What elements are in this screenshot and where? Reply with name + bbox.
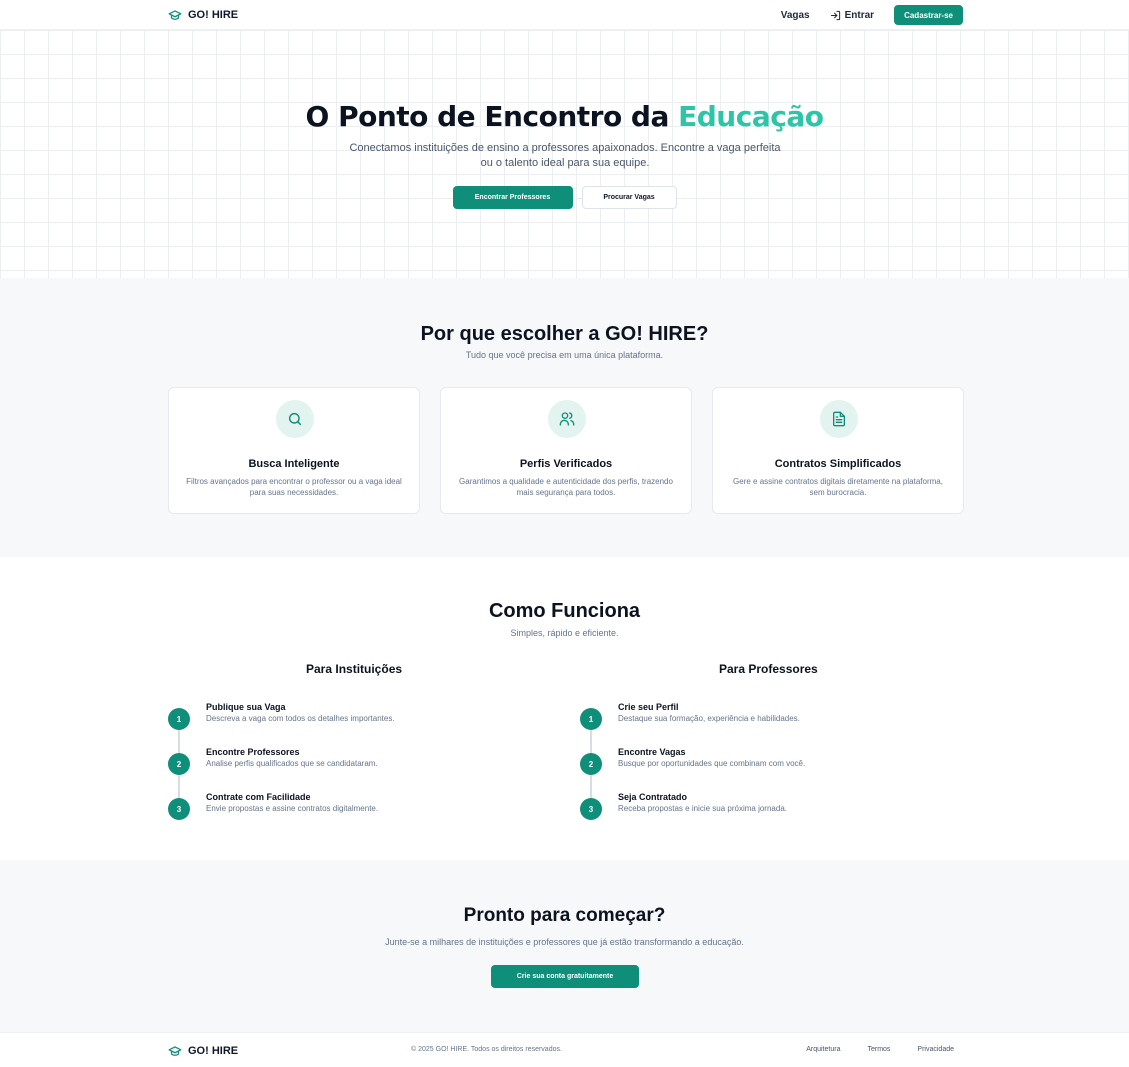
institutions-title: Para Instituições — [306, 662, 403, 676]
teacher-step: 3 Seja Contratado Receba propostas e ini… — [580, 792, 970, 822]
copyright-text: © 2025 GO! HIRE. Todos os direitos reser… — [411, 1046, 562, 1053]
step-description: Receba propostas e inicie sua próxima jo… — [618, 804, 787, 813]
feature-icon-badge — [820, 400, 858, 438]
document-icon — [833, 411, 845, 427]
how-subtitle: Simples, rápido e eficiente. — [510, 628, 619, 638]
graduation-cap-icon — [168, 10, 182, 20]
search-icon — [288, 412, 302, 426]
step-number: 1 — [168, 708, 190, 730]
login-link[interactable]: Entrar — [830, 10, 874, 21]
features-title: Por que escolher a GO! HIRE? — [420, 323, 709, 345]
step-number: 1 — [580, 708, 602, 730]
feature-description: Gere e assine contratos digitais diretam… — [733, 477, 943, 497]
step-number: 2 — [168, 753, 190, 775]
users-icon — [559, 412, 575, 426]
feature-card-simple-contracts: Contratos Simplificados Gere e assine co… — [712, 387, 964, 514]
feature-icon-badge — [548, 400, 586, 438]
brand-name: GO! HIRE — [188, 9, 239, 21]
cta-title: Pronto para começar? — [463, 905, 666, 926]
login-label: Entrar — [844, 9, 875, 21]
step-title: Contrate com Facilidade — [206, 792, 311, 802]
feature-title: Contratos Simplificados — [774, 458, 902, 470]
footer-link-terms[interactable]: Termos — [867, 1046, 890, 1053]
step-title: Encontre Professores — [206, 747, 300, 757]
hero-title-prefix: O Ponto de Encontro da — [305, 100, 679, 133]
feature-card-smart-search: Busca Inteligente Filtros avançados para… — [168, 387, 420, 514]
feature-description: Garantimos a qualidade e autenticidade d… — [459, 477, 673, 497]
footer-brand-name: GO! HIRE — [188, 1045, 239, 1057]
feature-icon-badge — [276, 400, 314, 438]
login-icon — [830, 10, 840, 20]
top-navbar: GO! HIRE Vagas Entrar Cadastrar-se — [0, 0, 1129, 30]
teachers-title: Para Professores — [719, 662, 818, 676]
graduation-cap-icon — [168, 1046, 182, 1056]
step-description: Analise perfis qualificados que se candi… — [206, 759, 378, 768]
teacher-step: 2 Encontre Vagas Busque por oportunidade… — [580, 747, 970, 777]
hero-title: O Ponto de Encontro da Educação — [0, 100, 1129, 133]
how-title: Como Funciona — [488, 600, 641, 622]
institution-step: 1 Publique sua Vaga Descreva a vaga com … — [168, 702, 558, 732]
feature-card-verified-profiles: Perfis Verificados Garantimos a qualidad… — [440, 387, 692, 514]
feature-title: Busca Inteligente — [248, 458, 340, 470]
step-title: Crie seu Perfil — [618, 702, 679, 712]
hero-title-highlight: Educação — [678, 100, 824, 133]
feature-cards: Busca Inteligente Filtros avançados para… — [168, 387, 964, 514]
step-description: Envie propostas e assine contratos digit… — [206, 804, 379, 813]
step-description: Busque por oportunidades que combinam co… — [618, 759, 806, 768]
step-description: Descreva a vaga com todos os detalhes im… — [206, 714, 395, 723]
cta-subtitle: Junte-se a milhares de instituições e pr… — [385, 937, 744, 947]
institution-step: 2 Encontre Professores Analise perfis qu… — [168, 747, 558, 777]
create-account-button[interactable]: Crie sua conta gratuitamente — [491, 965, 639, 988]
footer-link-architecture[interactable]: Arquitetura — [806, 1046, 840, 1053]
feature-description: Filtros avançados para encontrar o profe… — [186, 477, 402, 497]
signup-cta-section: Pronto para começar? Junte-se a milhares… — [0, 860, 1129, 1032]
main-nav: Vagas Entrar Cadastrar-se — [781, 5, 963, 25]
browse-jobs-button[interactable]: Procurar Vagas — [581, 186, 677, 209]
how-it-works-section: Como Funciona Simples, rápido e eficient… — [0, 557, 1129, 860]
step-title: Publique sua Vaga — [206, 702, 286, 712]
step-title: Seja Contratado — [618, 792, 688, 802]
feature-title: Perfis Verificados — [519, 458, 613, 470]
institution-step: 3 Contrate com Facilidade Envie proposta… — [168, 792, 558, 822]
features-subtitle: Tudo que você precisa em uma única plata… — [465, 350, 664, 360]
hero-actions: Encontrar Professores Procurar Vagas — [0, 186, 1129, 209]
find-teachers-button[interactable]: Encontrar Professores — [452, 186, 573, 209]
footer: GO! HIRE © 2025 GO! HIRE. Todos os direi… — [0, 1032, 1129, 1067]
footer-links: Arquitetura Termos Privacidade — [806, 1046, 954, 1053]
step-description: Destaque sua formação, experiência e hab… — [618, 714, 800, 723]
footer-link-privacy[interactable]: Privacidade — [917, 1046, 954, 1053]
step-number: 2 — [580, 753, 602, 775]
step-number: 3 — [168, 798, 190, 820]
step-title: Encontre Vagas — [618, 747, 686, 757]
nav-jobs-link[interactable]: Vagas — [781, 10, 810, 21]
step-number: 3 — [580, 798, 602, 820]
features-section: Por que escolher a GO! HIRE? Tudo que vo… — [0, 278, 1129, 557]
brand-logo[interactable]: GO! HIRE — [168, 8, 238, 22]
hero-subtitle: Conectamos instituições de ensino a prof… — [349, 142, 781, 169]
hero-section: O Ponto de Encontro da Educação Conectam… — [0, 30, 1129, 278]
signup-button[interactable]: Cadastrar-se — [894, 5, 963, 25]
teacher-step: 1 Crie seu Perfil Destaque sua formação,… — [580, 702, 970, 732]
footer-brand-logo[interactable]: GO! HIRE — [168, 1044, 238, 1058]
